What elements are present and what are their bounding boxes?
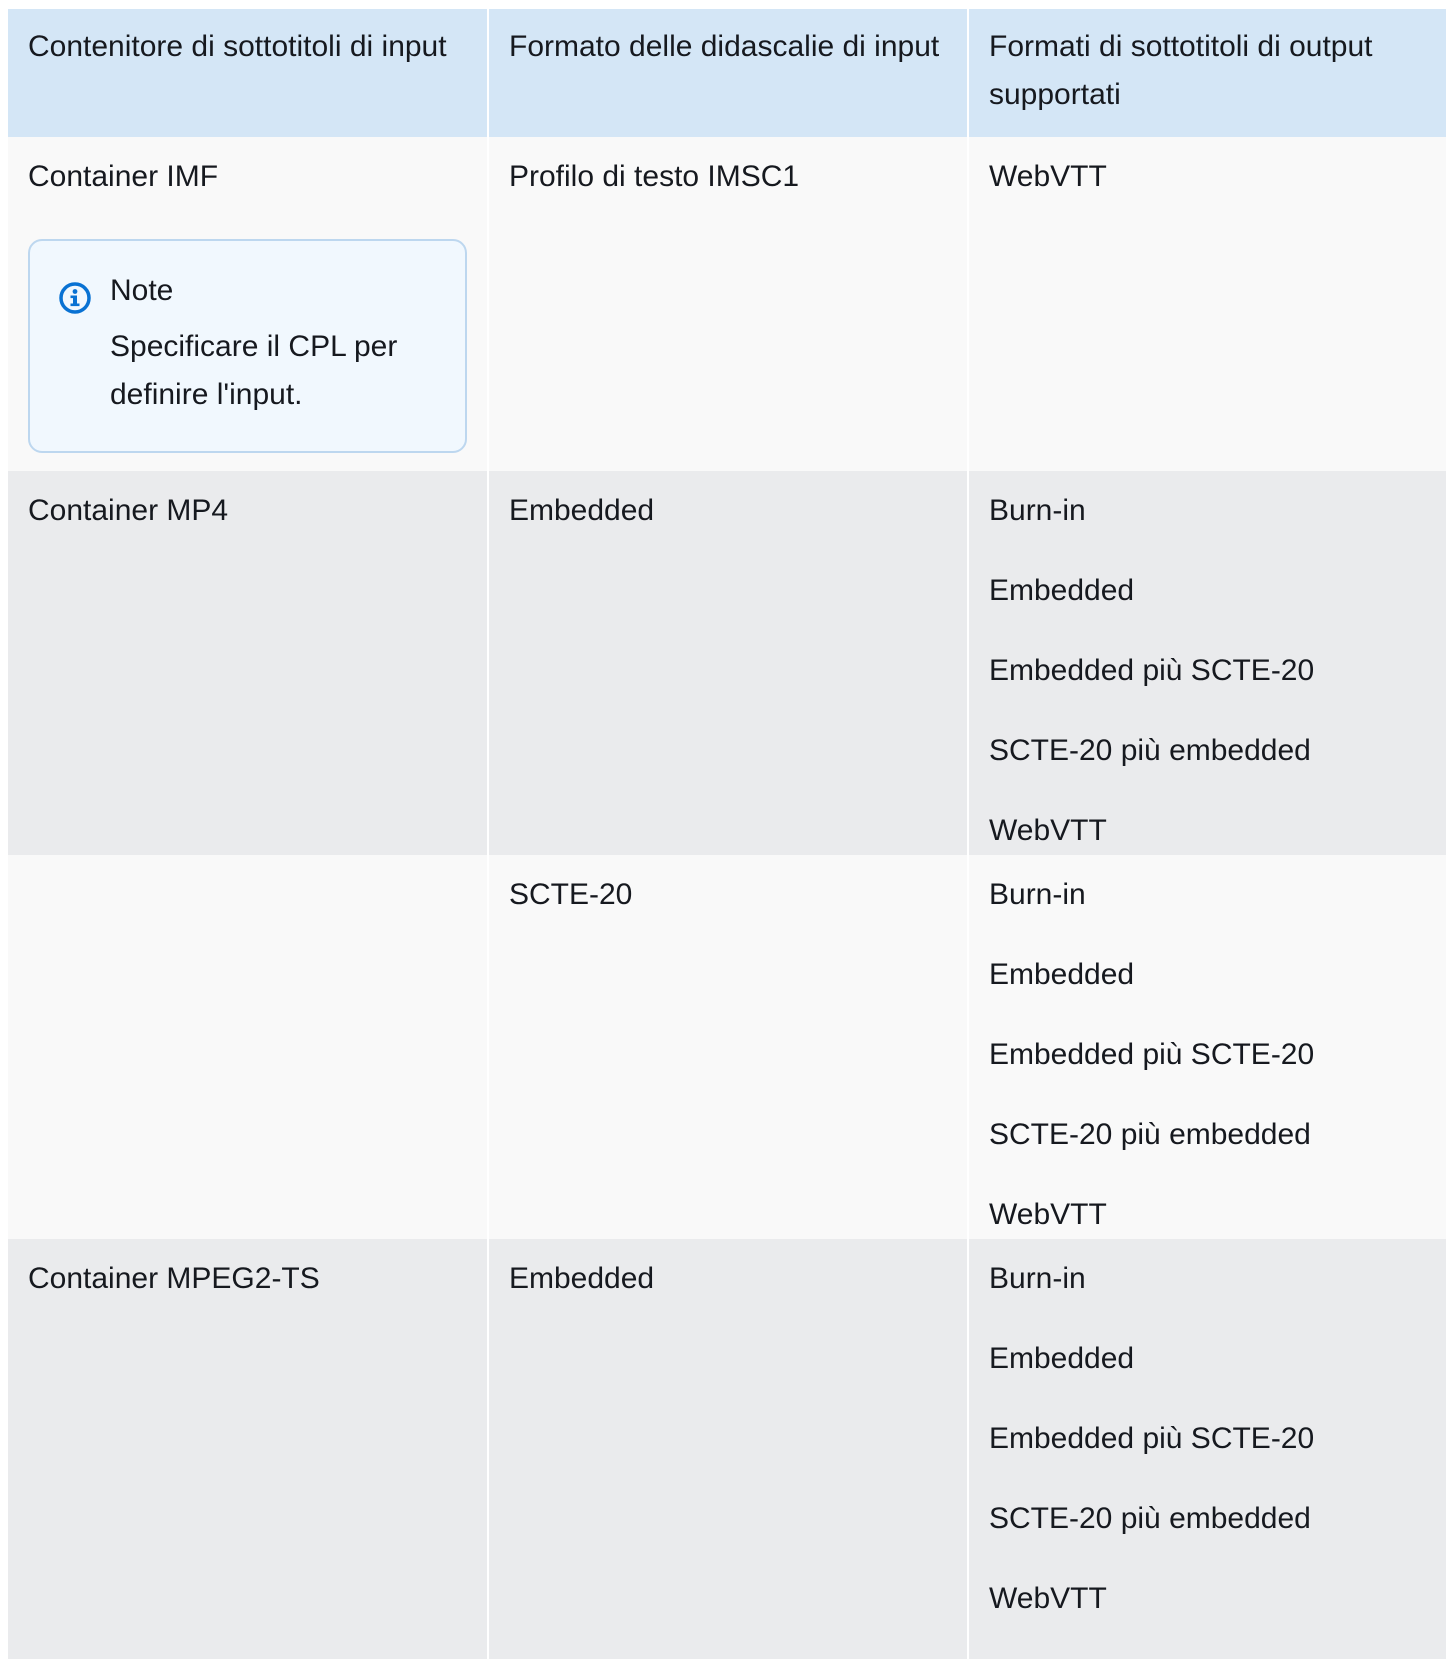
captions-table: Contenitore di sottotitoli di input Form…	[8, 9, 1446, 1659]
header-output-formats: Formati di sottotitoli di output support…	[967, 9, 1446, 137]
output-format-item: Burn-in	[989, 494, 1086, 527]
note-title: Note	[110, 274, 174, 307]
note-text: Specificare il CPL per definire l'input.	[110, 330, 398, 411]
table-row: Container MPEG2-TS Embedded Burn-in Embe…	[8, 1239, 1446, 1659]
container-name: Container IMF	[28, 160, 219, 193]
note-box: Note Specificare il CPL per definire l'i…	[28, 239, 467, 453]
output-format-item: WebVTT	[989, 814, 1107, 847]
cell-outputs: Burn-in Embedded Embedded più SCTE-20 SC…	[967, 471, 1446, 855]
cell-input-format: Embedded	[487, 471, 968, 855]
output-format-item: WebVTT	[989, 1582, 1107, 1615]
output-format-item: Embedded	[989, 1342, 1135, 1375]
cell-container: Container IMF Note Specificare il CPL pe…	[8, 137, 488, 471]
cell-input-format: Embedded	[487, 1239, 968, 1659]
output-format-item: Embedded	[989, 574, 1135, 607]
cell-input-format: SCTE-20	[487, 855, 968, 1239]
output-format-item: Embedded più SCTE-20	[989, 1038, 1315, 1071]
header-input-container: Contenitore di sottotitoli di input	[8, 9, 488, 137]
header-input-format: Formato delle didascalie di input	[487, 9, 968, 137]
info-icon	[59, 282, 91, 314]
cell-outputs: Burn-in Embedded Embedded più SCTE-20 SC…	[967, 855, 1446, 1239]
cell-container: Container MP4	[8, 471, 488, 855]
output-format-item: SCTE-20 più embedded	[989, 1502, 1311, 1535]
header-row: Contenitore di sottotitoli di input Form…	[8, 9, 1446, 137]
cell-outputs: WebVTT	[967, 137, 1446, 471]
cell-input-format: Profilo di testo IMSC1	[487, 137, 968, 471]
table-row: SCTE-20 Burn-in Embedded Embedded più SC…	[8, 855, 1446, 1239]
table-body: Container IMF Note Specificare il CPL pe…	[8, 137, 1446, 1659]
output-format-item: Embedded più SCTE-20	[989, 654, 1315, 687]
output-format-item: Burn-in	[989, 1262, 1086, 1295]
cell-container	[8, 855, 488, 1239]
output-format-item: WebVTT	[989, 160, 1107, 193]
output-format-item: Embedded	[989, 958, 1135, 991]
cell-container: Container MPEG2-TS	[8, 1239, 488, 1659]
output-format-item: SCTE-20 più embedded	[989, 1118, 1311, 1151]
captions-table-wrapper: Contenitore di sottotitoli di input Form…	[8, 9, 1446, 1659]
table-row: Container MP4 Embedded Burn-in Embedded …	[8, 471, 1446, 855]
table-header: Contenitore di sottotitoli di input Form…	[8, 9, 1446, 137]
output-format-item: SCTE-20 più embedded	[989, 734, 1311, 767]
table-row: Container IMF Note Specificare il CPL pe…	[8, 137, 1446, 471]
output-format-item: Burn-in	[989, 878, 1086, 911]
output-format-item: Embedded più SCTE-20	[989, 1422, 1315, 1455]
output-format-item: WebVTT	[989, 1198, 1107, 1231]
cell-outputs: Burn-in Embedded Embedded più SCTE-20 SC…	[967, 1239, 1446, 1659]
